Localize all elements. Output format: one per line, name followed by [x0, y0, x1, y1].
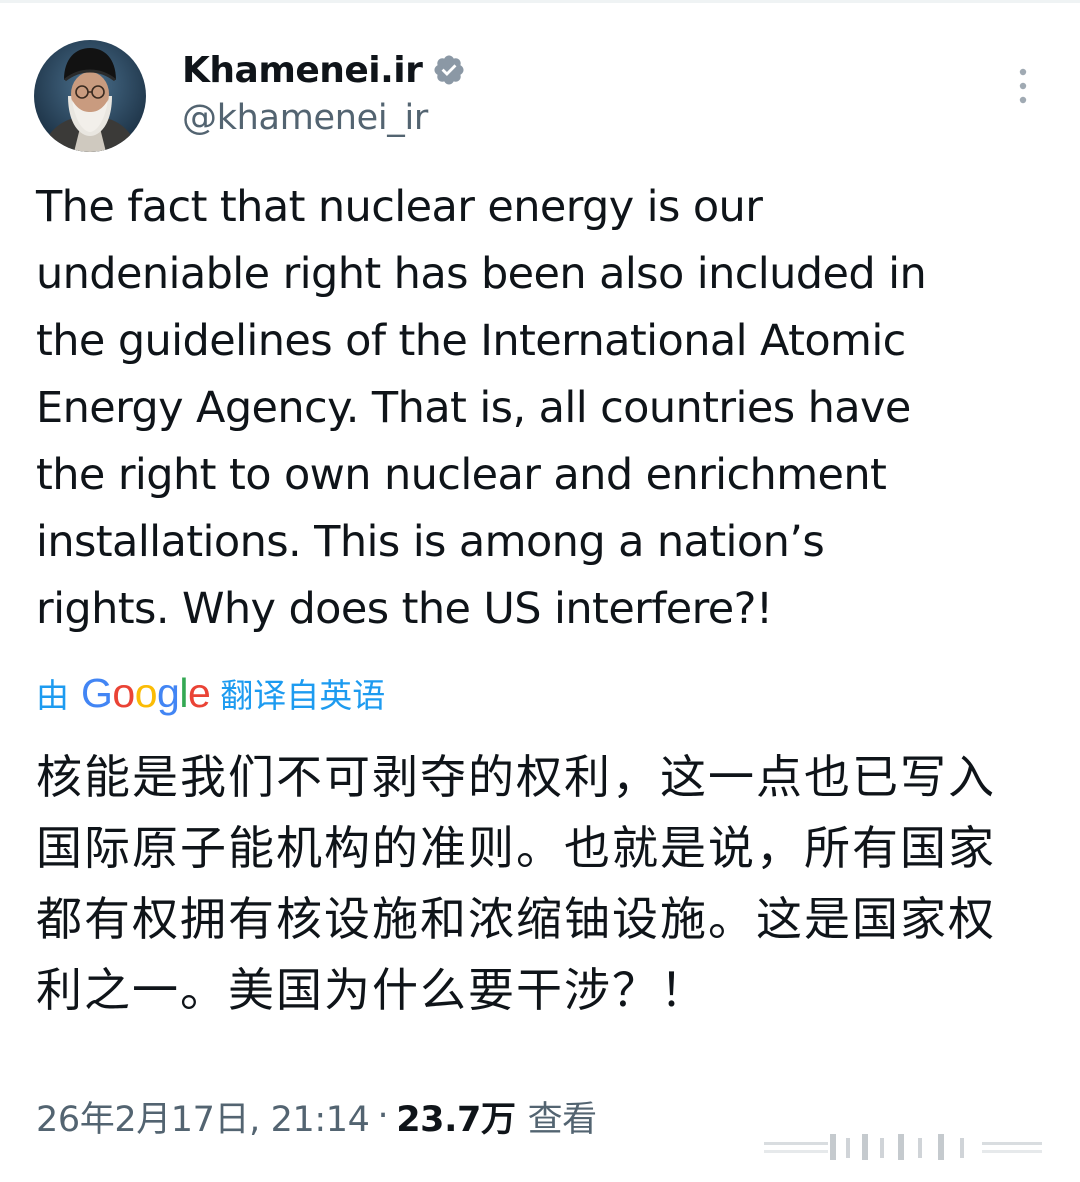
more-options-button[interactable] — [1012, 66, 1034, 106]
author-display-name[interactable]: Khamenei.ir — [182, 50, 423, 91]
views-label[interactable]: 查看 — [528, 1091, 598, 1142]
translated-by-label: 由 — [36, 676, 69, 715]
tweet-text: The fact that nuclear energy is our unde… — [36, 182, 927, 634]
views-count: 23.7万 — [396, 1099, 516, 1140]
translated-text: 核能是我们不可剥夺的权利，这一点也已写入国际原子能机构的准则。也就是说，所有国家… — [36, 750, 996, 1017]
watermark-strip — [758, 1128, 1048, 1164]
google-logo: Google — [81, 669, 211, 716]
translation-attribution[interactable]: 由 Google 翻译自英语 — [36, 666, 385, 720]
verified-badge-icon[interactable] — [432, 53, 466, 87]
translated-from-label: 翻译自英语 — [220, 676, 386, 715]
author-handle[interactable]: @khamenei_ir — [182, 98, 466, 138]
more-options-icon — [1019, 68, 1027, 104]
top-divider — [0, 0, 1080, 3]
author-info: Khamenei.ir @khamenei_ir — [182, 46, 466, 138]
tweet-metadata: 26年2月17日, 21:14 · 23.7万 查看 — [36, 1088, 597, 1144]
timestamp[interactable]: 26年2月17日, 21:14 — [36, 1091, 370, 1142]
avatar[interactable] — [34, 40, 146, 152]
tweet-header: Khamenei.ir @khamenei_ir — [34, 38, 1044, 154]
avatar-image — [34, 40, 146, 152]
meta-separator: · — [377, 1096, 389, 1136]
name-row: Khamenei.ir — [182, 46, 466, 94]
